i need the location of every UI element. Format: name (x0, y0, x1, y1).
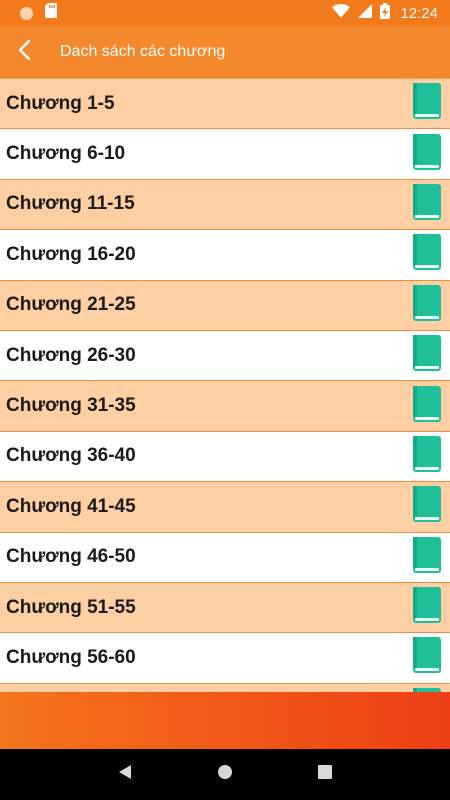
list-item[interactable]: Chương 51-55 (0, 582, 450, 634)
status-bar: 12:24 (0, 0, 450, 26)
book-icon (412, 636, 442, 679)
list-item[interactable]: Chương 26-30 (0, 330, 450, 382)
list-item[interactable] (0, 683, 450, 692)
book-icon (412, 536, 442, 579)
chapter-label: Chương 16-20 (6, 243, 136, 265)
book-icon (412, 284, 442, 327)
list-item[interactable]: Chương 11-15 (0, 179, 450, 231)
book-icon (412, 586, 442, 629)
chapter-label: Chương 36-40 (6, 445, 136, 467)
chapter-label: Chương 41-45 (6, 495, 136, 517)
list-item[interactable]: Chương 56-60 (0, 633, 450, 684)
chapter-list[interactable]: Chương 1-5 Chương 6-10 Chương 11-15 Chương … (0, 78, 450, 692)
status-right: 12:24 (332, 3, 438, 23)
chapter-label: Chương 26-30 (6, 344, 136, 366)
back-triangle-icon (118, 764, 132, 785)
book-icon (412, 485, 442, 528)
recents-square-icon (318, 765, 332, 784)
page-title: Dach sách các chương (60, 43, 226, 60)
ad-banner[interactable] (0, 692, 450, 749)
book-icon (412, 334, 442, 377)
battery-charging-icon (380, 3, 391, 23)
nav-home-button[interactable] (205, 755, 245, 795)
chapter-label: Chương 46-50 (6, 546, 136, 568)
system-nav-bar (0, 749, 450, 800)
list-item[interactable]: Chương 21-25 (0, 280, 450, 331)
list-item[interactable]: Chương 36-40 (0, 431, 450, 483)
chapter-label: Chương 21-25 (6, 294, 136, 316)
nav-recents-button[interactable] (305, 755, 345, 795)
book-icon (412, 133, 442, 176)
back-button[interactable] (0, 26, 48, 78)
sd-card-icon (45, 3, 57, 23)
chapter-label: Chương 6-10 (6, 143, 126, 165)
chapter-label: Chương 11-15 (6, 193, 135, 215)
list-item[interactable]: Chương 6-10 (0, 129, 450, 180)
notification-dot-icon (20, 6, 33, 20)
chapter-label: Chương 1-5 (6, 92, 115, 114)
book-icon (412, 233, 442, 276)
signal-icon (358, 4, 373, 22)
nav-back-button[interactable] (105, 755, 145, 795)
list-item[interactable]: Chương 46-50 (0, 532, 450, 583)
book-icon (412, 82, 442, 125)
book-icon (412, 435, 442, 478)
chapter-label: Chương 31-35 (6, 395, 136, 417)
chapter-label: Chương 51-55 (6, 596, 136, 618)
wifi-icon (332, 4, 351, 22)
list-item[interactable]: Chương 31-35 (0, 381, 450, 432)
app-bar: Dach sách các chương (0, 26, 450, 78)
list-item[interactable]: Chương 1-5 (0, 79, 450, 130)
list-item[interactable]: Chương 41-45 (0, 482, 450, 533)
book-icon (412, 385, 442, 428)
chevron-left-icon (17, 39, 31, 66)
chapter-label: Chương 56-60 (6, 646, 136, 668)
book-icon (412, 183, 442, 226)
status-left (20, 3, 57, 23)
home-circle-icon (217, 764, 233, 785)
list-item[interactable]: Chương 16-20 (0, 230, 450, 281)
status-time: 12:24 (400, 4, 438, 22)
